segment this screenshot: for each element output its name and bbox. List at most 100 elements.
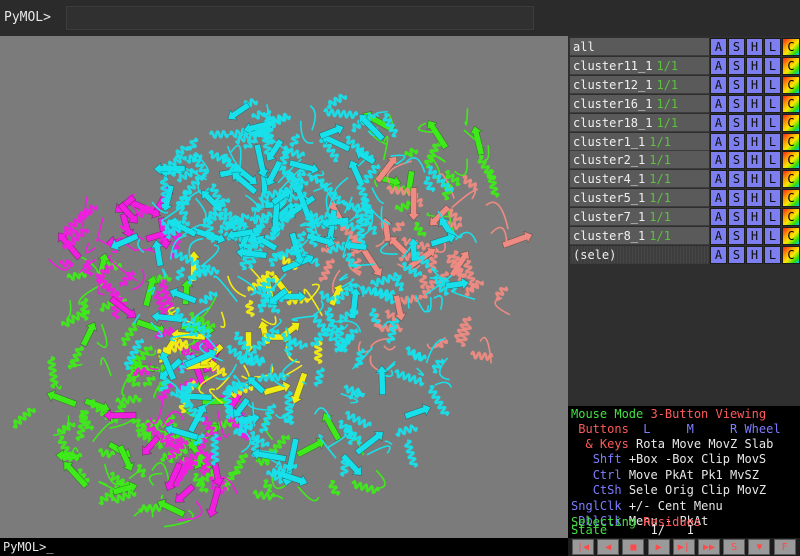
label-button[interactable]: L xyxy=(764,170,781,189)
label-button[interactable]: L xyxy=(764,189,781,208)
object-name-button[interactable]: all xyxy=(570,38,709,56)
color-button[interactable]: C xyxy=(782,38,800,56)
show-button[interactable]: S xyxy=(728,132,745,151)
hide-button[interactable]: H xyxy=(746,94,763,113)
color-button[interactable]: C xyxy=(782,245,800,264)
object-row[interactable]: (sele) A S H L C xyxy=(570,245,800,264)
object-name-button[interactable]: (sele) xyxy=(570,245,709,264)
action-button[interactable]: A xyxy=(710,56,727,75)
show-button[interactable]: S xyxy=(728,38,745,56)
object-name-button[interactable]: cluster18_1 1/1 xyxy=(570,113,709,132)
menu-down-button[interactable]: ▼ xyxy=(748,539,771,555)
color-button[interactable]: C xyxy=(782,56,800,75)
object-row[interactable]: cluster7_1 1/1 A S H L C xyxy=(570,208,800,227)
object-row[interactable]: cluster11_1 1/1 A S H L C xyxy=(570,56,800,75)
object-state-label: 1/1 xyxy=(649,172,671,187)
object-row[interactable]: cluster5_1 1/1 A S H L C xyxy=(570,189,800,208)
action-button[interactable]: A xyxy=(710,113,727,132)
hide-button[interactable]: H xyxy=(746,56,763,75)
action-button[interactable]: A xyxy=(710,151,727,170)
color-button[interactable]: C xyxy=(782,94,800,113)
hide-button[interactable]: H xyxy=(746,75,763,94)
object-name-button[interactable]: cluster4_1 1/1 xyxy=(570,170,709,189)
label-button[interactable]: L xyxy=(764,151,781,170)
hide-button[interactable]: H xyxy=(746,132,763,151)
object-row[interactable]: cluster12_1 1/1 A S H L C xyxy=(570,75,800,94)
command-input-top[interactable] xyxy=(66,6,534,30)
mouse-mode-value[interactable]: 3-Button Viewing xyxy=(650,407,766,421)
object-name-button[interactable]: cluster1_1 1/1 xyxy=(570,132,709,151)
action-button[interactable]: A xyxy=(710,189,727,208)
label-button[interactable]: L xyxy=(764,94,781,113)
hide-button[interactable]: H xyxy=(746,189,763,208)
color-button[interactable]: C xyxy=(782,227,800,245)
object-row[interactable]: cluster1_1 1/1 A S H L C xyxy=(570,132,800,151)
object-name-button[interactable]: cluster7_1 1/1 xyxy=(570,208,709,227)
play-button[interactable]: ▶ xyxy=(647,539,670,555)
hide-button[interactable]: H xyxy=(746,170,763,189)
object-name-button[interactable]: cluster11_1 1/1 xyxy=(570,56,709,75)
show-button[interactable]: S xyxy=(728,94,745,113)
show-button[interactable]: S xyxy=(728,56,745,75)
object-row[interactable]: all A S H L C xyxy=(570,38,800,56)
object-row[interactable]: cluster8_1 1/1 A S H L C xyxy=(570,227,800,245)
action-button[interactable]: A xyxy=(710,75,727,94)
object-row[interactable]: cluster18_1 1/1 A S H L C xyxy=(570,113,800,132)
label-button[interactable]: L xyxy=(764,113,781,132)
object-name-button[interactable]: cluster2_1 1/1 xyxy=(570,151,709,170)
show-button[interactable]: S xyxy=(728,208,745,227)
action-button[interactable]: A xyxy=(710,208,727,227)
action-button[interactable]: A xyxy=(710,38,727,56)
object-row[interactable]: cluster4_1 1/1 A S H L C xyxy=(570,170,800,189)
fullscreen-button[interactable]: F xyxy=(773,539,796,555)
color-button[interactable]: C xyxy=(782,151,800,170)
show-button[interactable]: S xyxy=(728,227,745,245)
object-row[interactable]: cluster16_1 1/1 A S H L C xyxy=(570,94,800,113)
label-button[interactable]: L xyxy=(764,75,781,94)
command-line-bottom[interactable]: PyMOL>_ xyxy=(0,538,568,556)
action-button[interactable]: A xyxy=(710,245,727,264)
hide-button[interactable]: H xyxy=(746,113,763,132)
show-button[interactable]: S xyxy=(728,113,745,132)
label-button[interactable]: L xyxy=(764,208,781,227)
molecule-viewport[interactable] xyxy=(0,36,568,538)
label-button[interactable]: L xyxy=(764,132,781,151)
show-button[interactable]: S xyxy=(728,75,745,94)
rewind-button[interactable]: |◀ xyxy=(572,539,594,555)
helix-ribbon xyxy=(136,463,146,478)
show-button[interactable]: S xyxy=(728,189,745,208)
color-button[interactable]: C xyxy=(782,113,800,132)
binding-r-value: MovZ xyxy=(708,437,738,451)
object-name-button[interactable]: cluster8_1 1/1 xyxy=(570,227,709,245)
object-name-button[interactable]: cluster12_1 1/1 xyxy=(570,75,709,94)
object-name-button[interactable]: cluster16_1 1/1 xyxy=(570,94,709,113)
color-button[interactable]: C xyxy=(782,132,800,151)
action-button[interactable]: A xyxy=(710,170,727,189)
action-button[interactable]: A xyxy=(710,94,727,113)
step-forward-button[interactable]: ▶| xyxy=(672,539,695,555)
hide-button[interactable]: H xyxy=(746,151,763,170)
hide-button[interactable]: H xyxy=(746,208,763,227)
object-row[interactable]: cluster2_1 1/1 A S H L C xyxy=(570,151,800,170)
fast-forward-button[interactable]: ▶▶ xyxy=(698,539,720,555)
color-button[interactable]: C xyxy=(782,208,800,227)
hide-button[interactable]: H xyxy=(746,227,763,245)
label-button[interactable]: L xyxy=(764,38,781,56)
show-button[interactable]: S xyxy=(728,245,745,264)
object-name-button[interactable]: cluster5_1 1/1 xyxy=(570,189,709,208)
label-button[interactable]: L xyxy=(764,56,781,75)
label-button[interactable]: L xyxy=(764,227,781,245)
show-button[interactable]: S xyxy=(728,151,745,170)
stop-button[interactable]: ■ xyxy=(622,539,645,555)
action-button[interactable]: A xyxy=(710,227,727,245)
hide-button[interactable]: H xyxy=(746,38,763,56)
hide-button[interactable]: H xyxy=(746,245,763,264)
color-button[interactable]: C xyxy=(782,189,800,208)
color-button[interactable]: C xyxy=(782,75,800,94)
sculpt-button[interactable]: S xyxy=(723,539,746,555)
show-button[interactable]: S xyxy=(728,170,745,189)
color-button[interactable]: C xyxy=(782,170,800,189)
step-back-button[interactable]: ◀ xyxy=(597,539,620,555)
label-button[interactable]: L xyxy=(764,245,781,264)
action-button[interactable]: A xyxy=(710,132,727,151)
